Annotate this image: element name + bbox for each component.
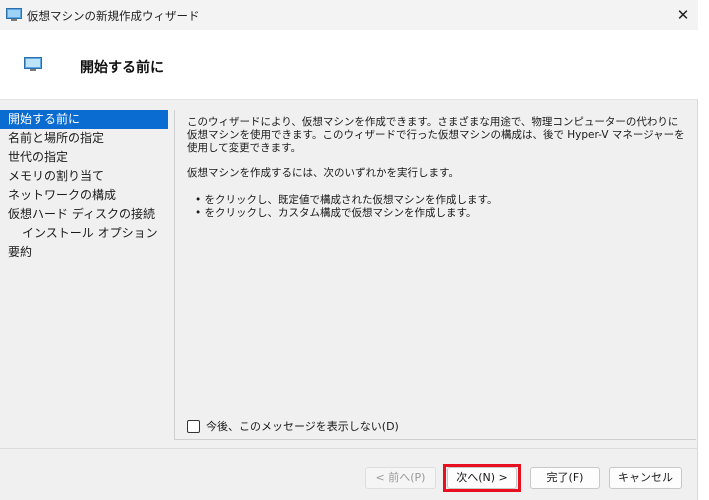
title-bar: 仮想マシンの新規作成ウィザード ✕ [0, 0, 698, 30]
wizard-header: 開始する前に [0, 30, 698, 100]
wizard-steps-nav: 開始する前に 名前と場所の指定 世代の指定 メモリの割り当て ネットワークの構成… [0, 110, 168, 440]
vm-monitor-icon [24, 57, 42, 71]
instruction-paragraph: 仮想マシンを作成するには、次のいずれかを実行します。 [187, 167, 459, 179]
finish-button[interactable]: 完了(F) [530, 467, 600, 489]
nav-item-summary[interactable]: 要約 [0, 243, 168, 262]
wizard-window: 仮想マシンの新規作成ウィザード ✕ 開始する前に 開始する前に 名前と場所の指定… [0, 0, 698, 500]
content-pane: このウィザードにより、仮想マシンを作成できます。さまざまな用途で、物理コンピュー… [174, 110, 696, 440]
nav-item-before-you-begin[interactable]: 開始する前に [0, 110, 168, 129]
back-button[interactable]: < 前へ(P) [365, 467, 436, 489]
close-icon: ✕ [676, 6, 690, 24]
option-bullets: • をクリックし、既定値で構成された仮想マシンを作成します。 • をクリックし、… [195, 194, 497, 220]
dont-show-again-row[interactable]: 今後、このメッセージを表示しない(D) [187, 418, 399, 434]
footer-divider [0, 448, 698, 449]
vm-monitor-icon [6, 8, 22, 21]
next-button[interactable]: 次へ(N) > [447, 467, 517, 489]
bullet-finish: • をクリックし、既定値で構成された仮想マシンを作成します。 [195, 194, 498, 206]
window-title: 仮想マシンの新規作成ウィザード [27, 9, 200, 23]
nav-item-install-options[interactable]: インストール オプション [0, 224, 168, 243]
nav-item-name-location[interactable]: 名前と場所の指定 [0, 129, 168, 148]
bullet-next: • をクリックし、カスタム構成で仮想マシンを作成します。 [195, 207, 477, 219]
nav-item-memory[interactable]: メモリの割り当て [0, 167, 168, 186]
cancel-button[interactable]: キャンセル [609, 467, 682, 489]
intro-paragraph: このウィザードにより、仮想マシンを作成できます。さまざまな用途で、物理コンピュー… [187, 116, 685, 154]
page-title: 開始する前に [80, 60, 164, 76]
dont-show-again-label[interactable]: 今後、このメッセージを表示しない(D) [206, 418, 399, 434]
dont-show-again-checkbox[interactable] [187, 419, 200, 433]
close-button[interactable]: ✕ [668, 0, 698, 30]
nav-item-virtual-disk[interactable]: 仮想ハード ディスクの接続 [0, 205, 168, 224]
nav-item-networking[interactable]: ネットワークの構成 [0, 186, 168, 205]
nav-item-generation[interactable]: 世代の指定 [0, 148, 168, 167]
